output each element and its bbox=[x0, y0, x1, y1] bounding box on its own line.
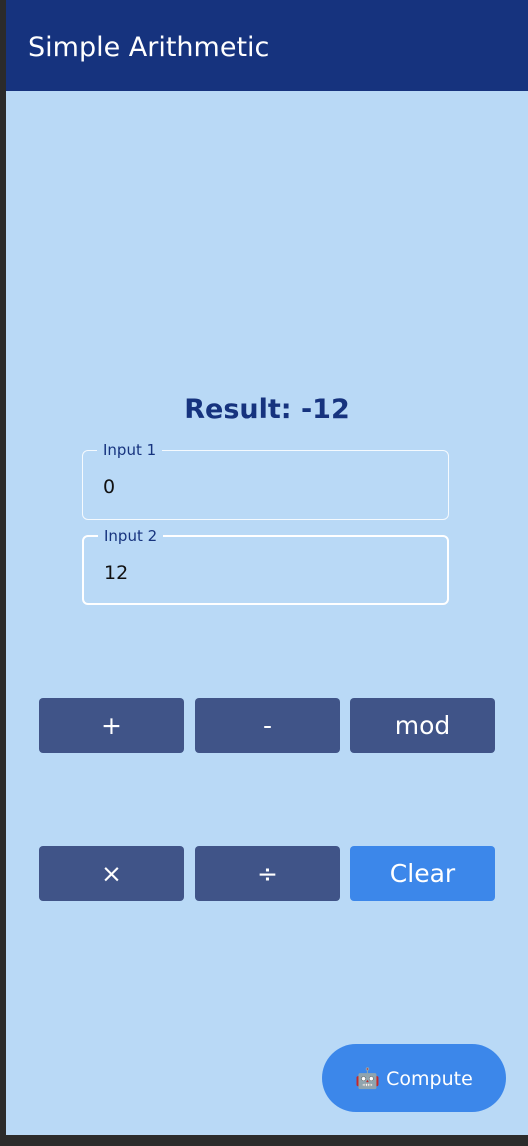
app-title: Simple Arithmetic bbox=[28, 32, 270, 63]
input-2-field[interactable]: Input 2 bbox=[82, 527, 449, 605]
input-1-label: Input 1 bbox=[97, 441, 163, 459]
input-1[interactable] bbox=[103, 473, 423, 501]
input-1-field[interactable]: Input 1 bbox=[82, 441, 449, 520]
app-bar: Simple Arithmetic bbox=[6, 0, 528, 91]
app-screen: Simple Arithmetic Result: -12 Input 1 In… bbox=[6, 0, 528, 1135]
input-2-label: Input 2 bbox=[98, 527, 164, 545]
add-button[interactable]: + bbox=[39, 698, 184, 753]
divide-button[interactable]: ÷ bbox=[195, 846, 340, 901]
input-2[interactable] bbox=[104, 559, 424, 587]
robot-icon: 🤖 bbox=[355, 1066, 381, 1090]
subtract-button[interactable]: - bbox=[195, 698, 340, 753]
compute-button[interactable]: 🤖 Compute bbox=[322, 1044, 506, 1112]
mod-button[interactable]: mod bbox=[350, 698, 495, 753]
compute-label: Compute bbox=[386, 1068, 473, 1090]
clear-button[interactable]: Clear bbox=[350, 846, 495, 901]
result-text: Result: -12 bbox=[184, 394, 350, 425]
multiply-button[interactable]: × bbox=[39, 846, 184, 901]
